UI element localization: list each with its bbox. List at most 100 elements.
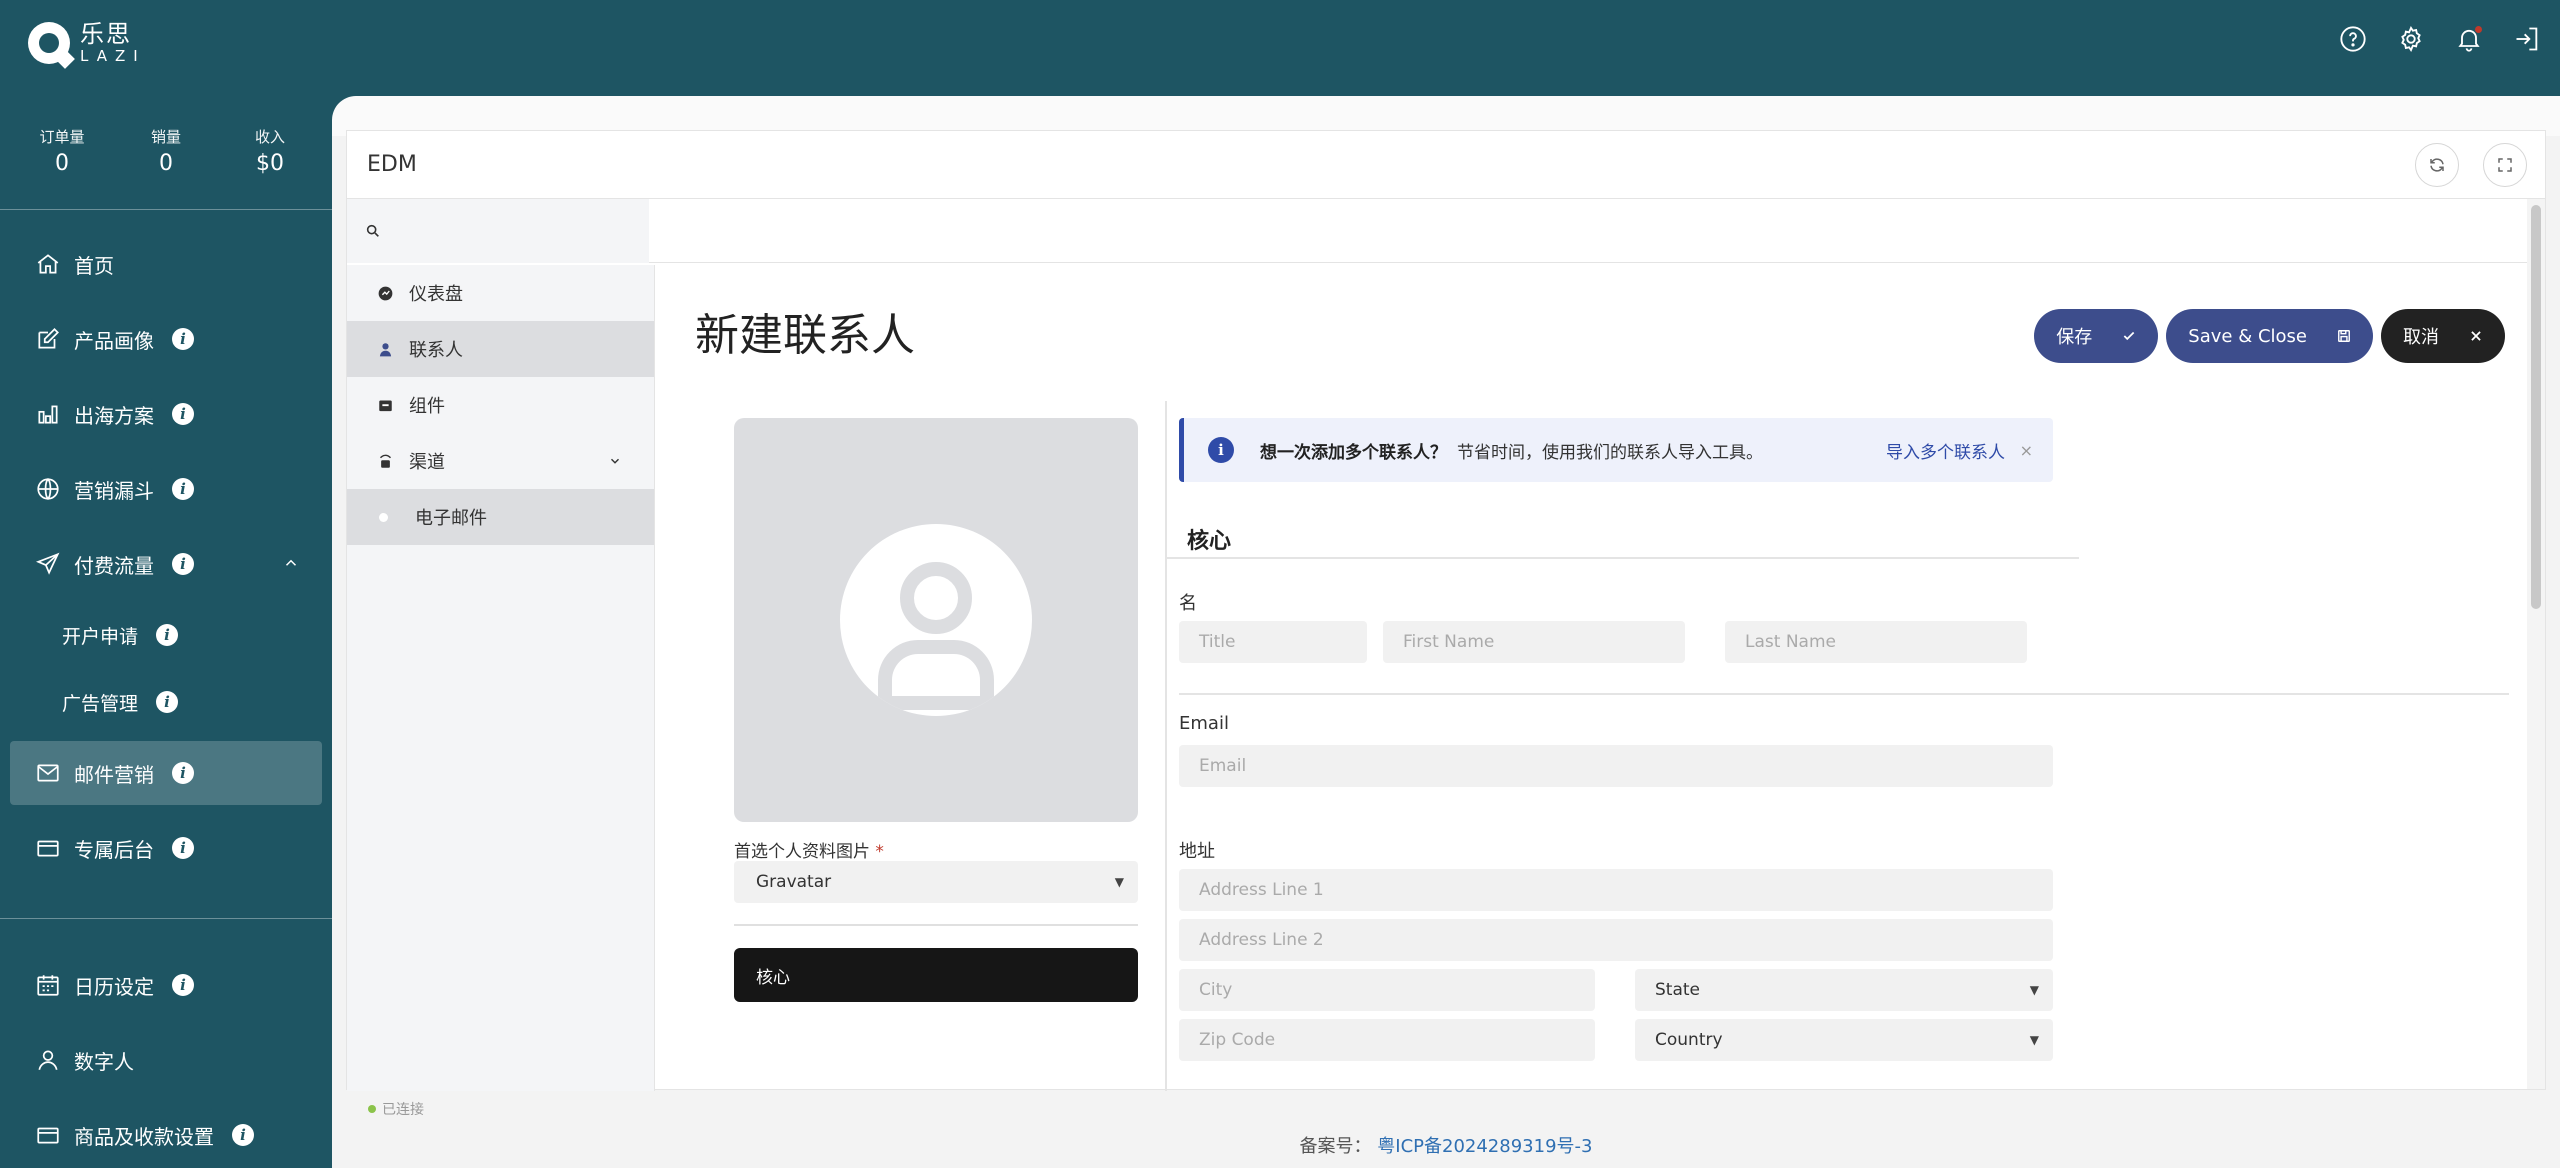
stat-label: 订单量: [39, 128, 85, 146]
search-input[interactable]: [389, 199, 649, 263]
check-icon: [2124, 331, 2135, 341]
last-name-field[interactable]: Last Name: [1725, 621, 2027, 663]
fullscreen-button[interactable]: [2483, 143, 2527, 187]
sidebar-item-label: 商品及收款设置: [74, 1124, 214, 1149]
close-icon[interactable]: ×: [2020, 441, 2033, 460]
city-field[interactable]: City: [1179, 969, 1595, 1011]
sidebar-item-digital-human[interactable]: 数字人: [10, 1028, 322, 1092]
app-nav-item-components[interactable]: 组件: [347, 377, 654, 433]
info-icon[interactable]: i: [156, 691, 179, 713]
tab-core[interactable]: 核心: [734, 948, 1138, 1002]
alert-heading: 想一次添加多个联系人？: [1260, 442, 1447, 463]
sidebar-item-label: 产品画像: [74, 328, 154, 353]
sidebar-item-label: 营销漏斗: [74, 478, 154, 503]
component-icon: [377, 397, 393, 413]
first-name-field[interactable]: First Name: [1383, 621, 1685, 663]
bell-icon[interactable]: [2454, 24, 2484, 54]
action-buttons: 保存 Save & Close 取消: [2034, 309, 2505, 363]
address-label: 地址: [1179, 841, 1215, 862]
email-placeholder: Email: [1199, 756, 1247, 776]
sidebar-item-overseas-plan[interactable]: 出海方案 i: [10, 382, 322, 446]
chevron-up-icon[interactable]: [282, 554, 300, 572]
footer-prefix: 备案号：: [1299, 1136, 1372, 1157]
sidebar-subitem-ad-management[interactable]: 广告管理 i: [10, 674, 322, 730]
title-placeholder: Title: [1199, 632, 1236, 652]
info-icon[interactable]: i: [172, 762, 194, 784]
info-icon[interactable]: i: [172, 478, 194, 500]
info-icon[interactable]: i: [156, 624, 179, 646]
sidebar-item-marketing-funnel[interactable]: 营销漏斗 i: [10, 457, 322, 521]
logout-icon[interactable]: [2512, 24, 2542, 54]
scrollbar[interactable]: [2527, 199, 2545, 1089]
import-alert: i 想一次添加多个联系人？ 节省时间，使用我们的联系人导入工具。 导入多个联系人…: [1179, 418, 2053, 482]
avatar-placeholder-icon: [840, 524, 1032, 716]
state-value: State: [1655, 980, 1700, 1000]
info-icon[interactable]: i: [172, 974, 194, 996]
page-title: 新建联系人: [695, 310, 915, 361]
app-nav-item-email[interactable]: 电子邮件: [347, 489, 654, 545]
zip-code-placeholder: Zip Code: [1199, 1030, 1276, 1050]
save-close-button[interactable]: Save & Close: [2166, 309, 2373, 363]
chevron-down-icon[interactable]: [608, 454, 622, 468]
import-contacts-link[interactable]: 导入多个联系人: [1886, 438, 2005, 463]
floppy-icon: [2338, 330, 2350, 342]
title-field[interactable]: Title: [1179, 621, 1367, 663]
search-box[interactable]: [347, 199, 649, 263]
address-line2-field[interactable]: Address Line 2: [1179, 919, 2053, 961]
search-icon: [366, 224, 379, 237]
info-icon[interactable]: i: [172, 403, 194, 425]
info-icon[interactable]: i: [232, 1124, 254, 1146]
sidebar-item-home[interactable]: 首页: [10, 232, 322, 296]
stats-bar: 订单量 0 销量 0 收入 $0: [0, 96, 332, 210]
country-value: Country: [1655, 1030, 1723, 1050]
info-icon[interactable]: i: [172, 837, 194, 859]
profile-picture-value: Gravatar: [756, 872, 832, 892]
save-button[interactable]: 保存: [2034, 309, 2159, 363]
gear-icon[interactable]: [2396, 24, 2426, 54]
sidebar-item-product-profile[interactable]: 产品画像 i: [10, 307, 322, 371]
zip-code-field[interactable]: Zip Code: [1179, 1019, 1595, 1061]
globe-icon: [34, 475, 62, 503]
calendar-icon: [34, 971, 62, 999]
app-nav-item-channels[interactable]: 渠道: [347, 433, 654, 489]
sidebar-item-payment-settings[interactable]: 商品及收款设置 i: [10, 1103, 322, 1167]
sidebar-nav: 首页 产品画像 i 出海方案 i 营销漏斗 i 付费流量 i 开户申请 i 广告…: [0, 210, 332, 1167]
status-text: 已连接: [382, 1102, 424, 1118]
tab-core-label: 核心: [756, 967, 790, 988]
country-select[interactable]: Country ▼: [1635, 1019, 2053, 1061]
email-label: Email: [1179, 713, 1229, 734]
home-icon: [34, 250, 62, 278]
app-nav-item-dashboard[interactable]: 仪表盘: [347, 265, 654, 321]
stat-revenue: 收入 $0: [225, 126, 315, 209]
refresh-icon: [2430, 158, 2444, 172]
sidebar-item-exclusive-backend[interactable]: 专属后台 i: [10, 816, 322, 880]
caret-down-icon: ▼: [2029, 1033, 2039, 1047]
avatar-preview[interactable]: [734, 418, 1138, 822]
profile-picture-select[interactable]: Gravatar ▼: [734, 861, 1138, 903]
info-icon[interactable]: i: [172, 553, 194, 575]
scrollbar-thumb[interactable]: [2531, 205, 2541, 609]
send-icon: [34, 550, 62, 578]
state-select[interactable]: State ▼: [1635, 969, 2053, 1011]
cancel-button-label: 取消: [2403, 327, 2439, 348]
column-divider: [1165, 401, 1167, 1091]
app-nav-item-contacts[interactable]: 联系人: [347, 321, 654, 377]
icp-link[interactable]: 粤ICP备2024289319号-3: [1377, 1136, 1592, 1157]
required-mark: *: [875, 842, 884, 862]
sidebar-subitem-account-apply[interactable]: 开户申请 i: [10, 607, 322, 663]
info-icon[interactable]: i: [172, 328, 194, 350]
cancel-button[interactable]: 取消: [2381, 309, 2505, 363]
caret-down-icon: ▼: [2029, 983, 2039, 997]
sidebar-item-label: 数字人: [74, 1049, 134, 1074]
last-name-placeholder: Last Name: [1745, 632, 1836, 652]
brand-logo[interactable]: 乐思 LAZI: [28, 22, 146, 64]
sidebar-item-email-marketing[interactable]: 邮件营销 i: [10, 741, 322, 805]
help-icon[interactable]: [2338, 24, 2368, 54]
logo-icon: [28, 22, 70, 64]
refresh-button[interactable]: [2415, 143, 2459, 187]
sidebar-item-calendar[interactable]: 日历设定 i: [10, 953, 322, 1017]
sidebar-item-paid-traffic[interactable]: 付费流量 i: [10, 532, 322, 596]
app-nav: 仪表盘 联系人 组件 渠道 电子邮件: [347, 265, 655, 1091]
address-line1-field[interactable]: Address Line 1: [1179, 869, 2053, 911]
email-field[interactable]: Email: [1179, 745, 2053, 787]
